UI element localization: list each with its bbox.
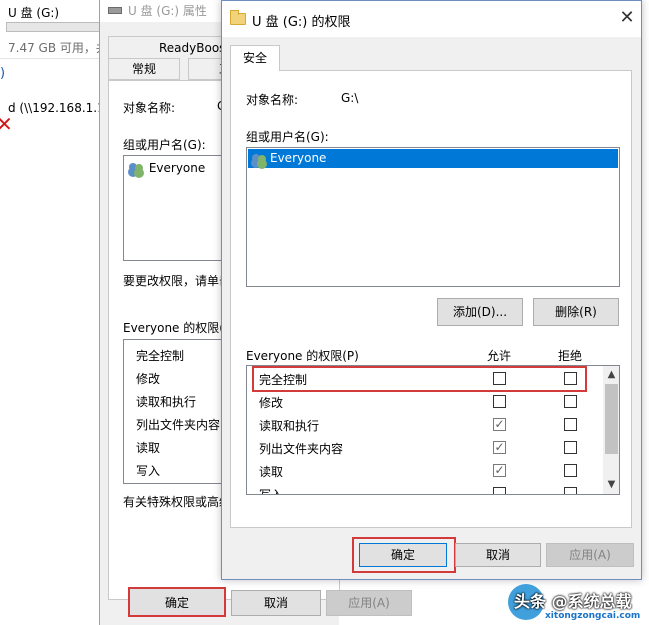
list-item: 列出文件夹内容 <box>136 418 221 432</box>
drive-title[interactable]: U 盘 (G:) <box>8 4 59 21</box>
special-hint: 有关特殊权限或高级 <box>123 495 232 509</box>
allow-header: 允许 <box>487 349 512 363</box>
list-item-selected[interactable]: Everyone <box>248 149 618 168</box>
props-cancel-button[interactable]: 取消 <box>231 590 321 616</box>
list-item: 写入 <box>136 464 161 478</box>
truncated-text: ) <box>0 66 6 81</box>
perm-title: U 盘 (G:) 的权限 <box>252 15 351 30</box>
deny-checkbox[interactable] <box>564 464 577 477</box>
perm-for-label: Everyone 的权限(P) <box>246 349 359 363</box>
object-name-value: G:\ <box>341 91 359 105</box>
deny-checkbox[interactable] <box>564 487 577 494</box>
deny-header: 拒绝 <box>558 349 583 363</box>
props-title: U 盘 (G:) 属性 <box>128 4 207 18</box>
perm-panel: 对象名称: G:\ 组或用户名(G): Everyone 添加(D)... 删除… <box>230 70 632 528</box>
table-row: 读取和执行 ✓ <box>247 414 603 436</box>
scroll-down-icon[interactable]: ▼ <box>603 476 619 493</box>
list-item: 修改 <box>136 372 161 386</box>
allow-checkbox[interactable]: ✓ <box>493 464 506 477</box>
add-button[interactable]: 添加(D)... <box>437 298 523 326</box>
list-item: 读取和执行 <box>136 395 197 409</box>
group-user-name: Everyone <box>270 151 327 165</box>
allow-checkbox[interactable] <box>493 487 506 494</box>
group-label: 组或用户名(G): <box>246 130 329 144</box>
allow-checkbox[interactable]: ✓ <box>493 441 506 454</box>
perm-titlebar[interactable]: U 盘 (G:) 的权限 ✕ <box>222 1 641 37</box>
permission-name: 列出文件夹内容 <box>259 442 344 456</box>
permission-name: 读取 <box>259 465 284 479</box>
ok-button[interactable]: 确定 <box>359 543 447 567</box>
permission-name: 修改 <box>259 396 284 410</box>
object-name-label: 对象名称: <box>246 93 299 107</box>
deny-checkbox[interactable] <box>564 395 577 408</box>
watermark-url: xitongzongcai.com <box>545 611 641 621</box>
allow-checkbox[interactable] <box>493 395 506 408</box>
tab-security[interactable]: 安全 <box>230 45 280 71</box>
vertical-scrollbar[interactable]: ▲ ▼ <box>603 366 619 494</box>
highlight-full-control <box>252 366 587 392</box>
users-icon <box>129 162 145 175</box>
drive-free-space: 7.47 GB 可用，共 <box>8 41 108 55</box>
divider <box>0 58 110 59</box>
drive-icon <box>108 7 122 14</box>
table-row: 写入 <box>247 483 603 495</box>
perm-for-label: Everyone 的权限( <box>123 321 224 335</box>
folder-icon <box>230 10 246 25</box>
explorer-window: U 盘 (G:) 7.47 GB 可用，共 ) d (\\192.168.1.1… <box>0 0 110 625</box>
drive-usage-bar <box>6 22 106 32</box>
permission-table[interactable]: 完全控制 修改 读取和执行 ✓ 列出文件夹内容 ✓ 读取 ✓ 写入 ▲ ▼ <box>246 365 620 495</box>
group-list[interactable]: Everyone <box>246 147 620 287</box>
scroll-thumb[interactable] <box>605 384 618 454</box>
list-item[interactable]: Everyone <box>129 161 205 175</box>
apply-button[interactable]: 应用(A) <box>546 543 634 567</box>
allow-checkbox[interactable]: ✓ <box>493 418 506 431</box>
table-row: 修改 <box>247 391 603 413</box>
object-name-label: 对象名称: <box>123 101 176 115</box>
watermark-text: 头条 @系统总载 <box>514 592 632 611</box>
deny-checkbox[interactable] <box>564 441 577 454</box>
table-row: 列出文件夹内容 ✓ <box>247 437 603 459</box>
permission-name: 读取和执行 <box>259 419 320 433</box>
tab-readyboost[interactable]: ReadyBoost <box>159 41 230 55</box>
deny-checkbox[interactable] <box>564 418 577 431</box>
list-item: 读取 <box>136 441 161 455</box>
scroll-up-icon[interactable]: ▲ <box>603 366 619 383</box>
table-row: 读取 ✓ <box>247 460 603 482</box>
permission-name: 写入 <box>259 488 284 495</box>
close-icon[interactable]: ✕ <box>616 7 638 29</box>
permissions-dialog: U 盘 (G:) 的权限 ✕ 安全 对象名称: G:\ 组或用户名(G): Ev… <box>221 0 642 580</box>
remove-button[interactable]: 删除(R) <box>533 298 619 326</box>
group-label: 组或用户名(G): <box>123 138 206 152</box>
network-drive[interactable]: d (\\192.168.1.1 <box>8 101 105 115</box>
change-hint: 要更改权限，请单击 <box>123 274 232 288</box>
users-icon <box>252 153 268 166</box>
group-user-name: Everyone <box>148 161 206 175</box>
cancel-button[interactable]: 取消 <box>455 543 541 567</box>
props-apply-button[interactable]: 应用(A) <box>326 590 412 616</box>
list-item: 完全控制 <box>136 349 185 363</box>
props-ok-button[interactable]: 确定 <box>128 587 226 617</box>
tab-general[interactable]: 常规 <box>108 58 180 80</box>
disconnected-x-icon: ✕ <box>0 112 13 136</box>
